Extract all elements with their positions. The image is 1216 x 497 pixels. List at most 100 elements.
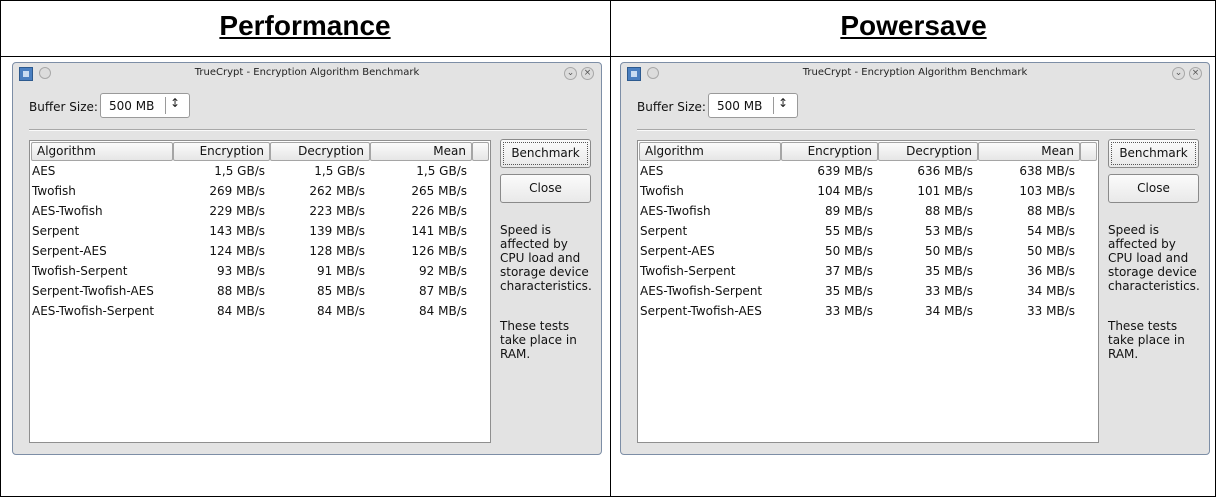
cell-encryption: 639 MB/s [817, 164, 873, 178]
results-table[interactable]: Algorithm Encryption Decryption Mean AES… [637, 140, 1099, 443]
cell-encryption: 50 MB/s [825, 244, 873, 258]
cell-mean: 34 MB/s [1027, 284, 1075, 298]
minimize-icon[interactable]: ⌄ [564, 67, 577, 80]
table-row[interactable]: Twofish-Serpent 37 MB/s 35 MB/s 36 MB/s [638, 262, 1098, 282]
window-menu-icon[interactable] [647, 67, 659, 79]
cell-mean: 50 MB/s [1027, 244, 1075, 258]
cell-mean: 92 MB/s [419, 264, 467, 278]
cell-algorithm: AES-Twofish-Serpent [32, 304, 155, 318]
column-header-algorithm[interactable]: Algorithm [639, 142, 781, 161]
window-menu-icon[interactable] [39, 67, 51, 79]
cell-decryption: 223 MB/s [309, 204, 365, 218]
table-row[interactable]: Twofish-Serpent 93 MB/s 91 MB/s 92 MB/s [30, 262, 490, 282]
table-row[interactable]: Serpent 55 MB/s 53 MB/s 54 MB/s [638, 222, 1098, 242]
column-header-decryption[interactable]: Decryption [878, 142, 978, 161]
cell-decryption: 262 MB/s [309, 184, 365, 198]
close-icon[interactable]: × [1189, 67, 1202, 80]
table-row[interactable]: AES-Twofish 89 MB/s 88 MB/s 88 MB/s [638, 202, 1098, 222]
column-header-algorithm[interactable]: Algorithm [31, 142, 173, 161]
table-row[interactable]: AES 1,5 GB/s 1,5 GB/s 1,5 GB/s [30, 162, 490, 182]
column-header-mean[interactable]: Mean [370, 142, 472, 161]
cell-mean: 638 MB/s [1019, 164, 1075, 178]
cell-algorithm: Twofish [32, 184, 76, 198]
table-row[interactable]: Twofish 269 MB/s 262 MB/s 265 MB/s [30, 182, 490, 202]
cell-algorithm: Serpent-Twofish-AES [640, 304, 762, 318]
table-row[interactable]: AES-Twofish-Serpent 35 MB/s 33 MB/s 34 M… [638, 282, 1098, 302]
buffer-size-label: Buffer Size: [29, 100, 98, 114]
column-header-encryption[interactable]: Encryption [781, 142, 878, 161]
column-header-filler [1080, 142, 1097, 161]
separator [29, 129, 587, 131]
speed-info-text: Speed is affected by CPU load and storag… [500, 223, 592, 293]
table-row[interactable]: AES 639 MB/s 636 MB/s 638 MB/s [638, 162, 1098, 182]
minimize-icon[interactable]: ⌄ [1172, 67, 1185, 80]
table-row[interactable]: Serpent-Twofish-AES 33 MB/s 34 MB/s 33 M… [638, 302, 1098, 322]
cell-encryption: 269 MB/s [209, 184, 265, 198]
column-header-decryption[interactable]: Decryption [270, 142, 370, 161]
cell-decryption: 91 MB/s [317, 264, 365, 278]
column-divider [610, 0, 611, 497]
close-button[interactable]: Close [500, 174, 591, 203]
cell-encryption: 1,5 GB/s [214, 164, 265, 178]
close-button[interactable]: Close [1108, 174, 1199, 203]
table-row[interactable]: Serpent 143 MB/s 139 MB/s 141 MB/s [30, 222, 490, 242]
buffer-size-select[interactable]: 500 MB ↕ [100, 93, 190, 118]
cell-algorithm: AES-Twofish [32, 204, 103, 218]
cell-encryption: 93 MB/s [217, 264, 265, 278]
cell-mean: 84 MB/s [419, 304, 467, 318]
updown-arrow-icon: ↕ [170, 96, 181, 110]
cell-algorithm: AES [32, 164, 56, 178]
cell-algorithm: AES [640, 164, 664, 178]
benchmark-button[interactable]: Benchmark [1108, 139, 1199, 168]
header-divider [0, 56, 1216, 57]
cell-mean: 88 MB/s [1027, 204, 1075, 218]
select-divider [165, 97, 166, 114]
ram-info-text: These tests take place in RAM. [1108, 319, 1185, 361]
cell-decryption: 35 MB/s [925, 264, 973, 278]
cell-algorithm: Serpent-Twofish-AES [32, 284, 154, 298]
cell-decryption: 88 MB/s [925, 204, 973, 218]
cell-encryption: 37 MB/s [825, 264, 873, 278]
cell-mean: 141 MB/s [411, 224, 467, 238]
cell-algorithm: AES-Twofish [640, 204, 711, 218]
window-titlebar: TrueCrypt - Encryption Algorithm Benchma… [13, 63, 601, 85]
column-header-filler [472, 142, 489, 161]
column-header-encryption[interactable]: Encryption [173, 142, 270, 161]
truecrypt-app-icon [627, 67, 641, 81]
cell-encryption: 89 MB/s [825, 204, 873, 218]
speed-info-text: Speed is affected by CPU load and storag… [1108, 223, 1200, 293]
separator [637, 129, 1195, 131]
table-row[interactable]: AES-Twofish 229 MB/s 223 MB/s 226 MB/s [30, 202, 490, 222]
cell-decryption: 33 MB/s [925, 284, 973, 298]
close-icon[interactable]: × [581, 67, 594, 80]
cell-mean: 103 MB/s [1019, 184, 1075, 198]
cell-algorithm: Twofish [640, 184, 684, 198]
cell-encryption: 84 MB/s [217, 304, 265, 318]
cell-algorithm: Serpent [640, 224, 688, 238]
cell-decryption: 84 MB/s [317, 304, 365, 318]
cell-encryption: 143 MB/s [209, 224, 265, 238]
cell-mean: 87 MB/s [419, 284, 467, 298]
buffer-size-label: Buffer Size: [637, 100, 706, 114]
cell-encryption: 124 MB/s [209, 244, 265, 258]
table-row[interactable]: Serpent-AES 124 MB/s 128 MB/s 126 MB/s [30, 242, 490, 262]
cell-mean: 226 MB/s [411, 204, 467, 218]
column-header-mean[interactable]: Mean [978, 142, 1080, 161]
table-row[interactable]: AES-Twofish-Serpent 84 MB/s 84 MB/s 84 M… [30, 302, 490, 322]
benchmark-window-powersave: TrueCrypt - Encryption Algorithm Benchma… [620, 62, 1210, 455]
table-row[interactable]: Serpent-Twofish-AES 88 MB/s 85 MB/s 87 M… [30, 282, 490, 302]
cell-mean: 265 MB/s [411, 184, 467, 198]
table-row[interactable]: Twofish 104 MB/s 101 MB/s 103 MB/s [638, 182, 1098, 202]
buffer-size-value: 500 MB [717, 99, 763, 113]
benchmark-button[interactable]: Benchmark [500, 139, 591, 168]
cell-encryption: 33 MB/s [825, 304, 873, 318]
results-table[interactable]: Algorithm Encryption Decryption Mean AES… [29, 140, 491, 443]
cell-decryption: 139 MB/s [309, 224, 365, 238]
table-row[interactable]: Serpent-AES 50 MB/s 50 MB/s 50 MB/s [638, 242, 1098, 262]
cell-algorithm: Serpent-AES [640, 244, 715, 258]
buffer-size-select[interactable]: 500 MB ↕ [708, 93, 798, 118]
cell-encryption: 229 MB/s [209, 204, 265, 218]
window-title: TrueCrypt - Encryption Algorithm Benchma… [194, 67, 420, 78]
buffer-size-value: 500 MB [109, 99, 155, 113]
cell-decryption: 101 MB/s [917, 184, 973, 198]
